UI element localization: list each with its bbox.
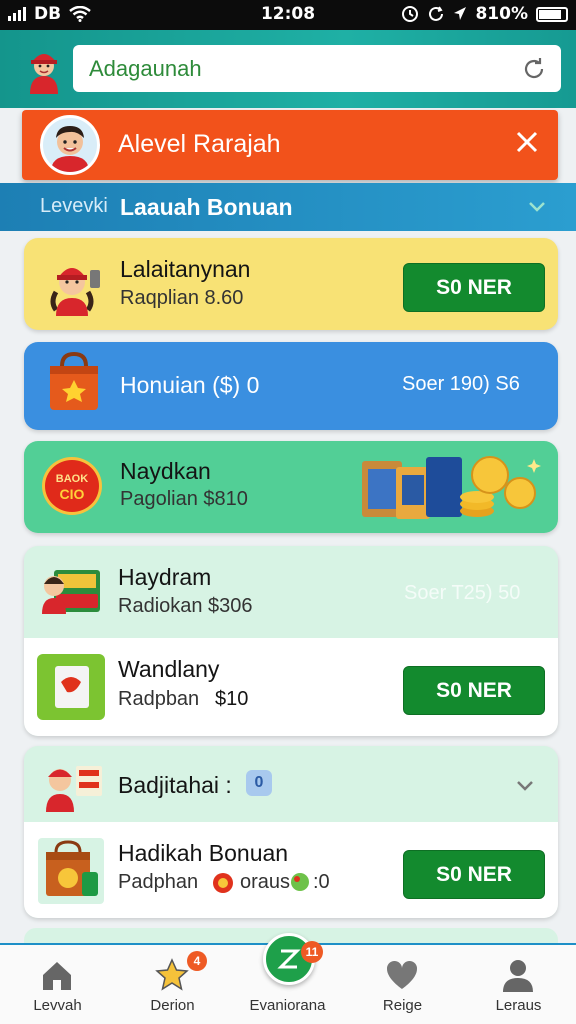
game-poster-icon: [42, 570, 100, 614]
card-subtitle-c: :0: [313, 871, 330, 893]
card-price: $10: [215, 688, 249, 710]
brand-logo-text: BAOK: [55, 473, 89, 485]
claim-button[interactable]: S0 NER: [403, 850, 545, 899]
card-title: Naydkan: [120, 458, 211, 484]
location-icon: [454, 7, 467, 20]
brand-logo-sub: CIO: [59, 486, 85, 502]
brand-logo: BAOK CIO: [42, 457, 102, 515]
notification-badge: 11: [301, 941, 323, 963]
card-title: Lalaitanynan: [120, 256, 251, 282]
treasure-coins-icon: [362, 456, 541, 519]
claim-button[interactable]: S0 NER: [403, 263, 545, 312]
nav-item-profile[interactable]: Leraus: [461, 945, 576, 1024]
bonus-card[interactable]: Honuian ($) 0 Soer 190) S6: [24, 342, 558, 430]
nav-label: Levvah: [33, 997, 82, 1014]
gift-box-icon: [37, 654, 105, 720]
search-input-value: Adagaunah: [89, 55, 202, 81]
nav-item-likes[interactable]: Reige: [345, 945, 460, 1024]
refresh-icon[interactable]: [521, 56, 547, 82]
user-avatar[interactable]: [40, 115, 100, 175]
level-title: Laauah Bonuan: [120, 194, 293, 220]
group-title: Badjitahai :: [118, 772, 232, 798]
claim-button[interactable]: S0 NER: [403, 666, 545, 715]
gem-icon: [291, 873, 309, 891]
nav-label: Reige: [382, 997, 423, 1014]
notification-badge: 4: [187, 951, 207, 971]
heart-icon: [386, 960, 418, 989]
chevron-down-icon[interactable]: [514, 774, 536, 796]
bonus-subcard[interactable]: Hadikah Bonuan Padphan oraus :0 S0 NER: [24, 822, 558, 918]
chevron-down-icon[interactable]: [526, 195, 548, 217]
sync-icon: [429, 6, 444, 21]
card-amount: Soer T25) 50: [404, 582, 521, 604]
home-icon: [43, 962, 71, 990]
gift-bag-icon: [50, 352, 98, 410]
user-icon: [503, 960, 533, 992]
close-icon[interactable]: [514, 129, 540, 155]
battery-percent: 810%: [475, 4, 528, 24]
nav-item-home[interactable]: Levvah: [0, 945, 115, 1024]
level-prefix: Levevki: [40, 195, 108, 217]
battery-icon: [536, 6, 568, 22]
card-title: Hadikah Bonuan: [118, 840, 289, 866]
card-subtitle: Radpban: [118, 688, 200, 710]
gift-bag-icon: [38, 838, 104, 904]
card-amount: Soer 190) S6: [402, 373, 520, 395]
bonus-card[interactable]: BAOK CIO Naydkan Pagolian $810: [24, 441, 558, 533]
card-subtitle: Padphan: [118, 871, 199, 893]
bonus-card[interactable]: Lalaitanynan Raqplian 8.60 S0 NER: [24, 238, 558, 330]
nav-item-favorites[interactable]: 4 Derion: [115, 945, 230, 1024]
profile-avatar-icon[interactable]: [24, 44, 64, 94]
card-title: Haydram: [118, 564, 212, 590]
nav-label: Derion: [150, 997, 195, 1014]
card-subtitle: Raqplian 8.60: [120, 287, 244, 309]
bonus-subcard[interactable]: Wandlany Radpban $10 S0 NER: [24, 638, 558, 736]
nav-label: Evaniorana: [249, 997, 326, 1014]
nav-label: Leraus: [495, 997, 542, 1014]
banner-title: Alevel Rarajah: [118, 130, 281, 158]
bonus-card-group: Haydram Radiokan $306 Soer T25) 50 Wandl…: [24, 546, 558, 736]
bonus-card-group: Badjitahai : 0 Hadikah Bonuan Padphan or…: [24, 746, 558, 918]
card-subtitle: Radiokan $306: [118, 595, 253, 617]
search-input[interactable]: Adagaunah: [73, 45, 561, 92]
user-banner: Alevel Rarajah: [22, 110, 558, 180]
character-sign-icon: [46, 766, 102, 812]
zap-icon: [277, 949, 301, 969]
star-icon: [155, 958, 189, 991]
card-subtitle: Pagolian $810: [120, 488, 248, 510]
app-header: Adagaunah: [0, 30, 576, 108]
coin-icon: [213, 873, 233, 893]
card-title: Honuian ($) 0: [120, 372, 260, 398]
status-bar: DB 12:08 810%: [0, 0, 576, 30]
level-section-header[interactable]: Levevki Laauah Bonuan: [0, 183, 576, 231]
count-badge: 0: [246, 770, 272, 796]
character-icon: [50, 268, 100, 316]
alarm-icon: [402, 6, 419, 22]
card-subtitle-b: oraus: [240, 871, 291, 893]
card-title: Wandlany: [118, 656, 220, 682]
